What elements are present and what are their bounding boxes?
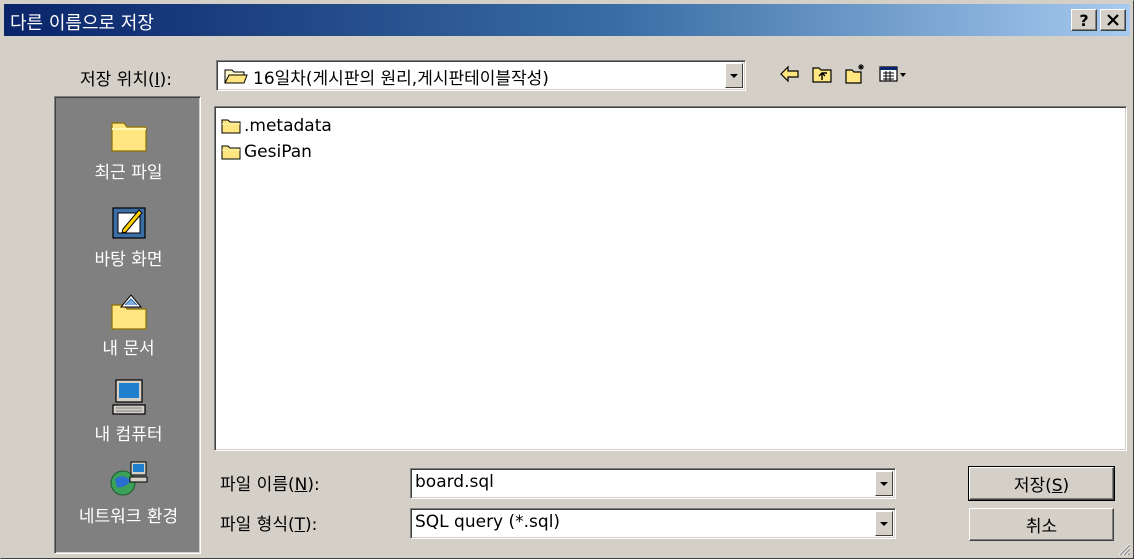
place-label: 내 컴퓨터 <box>94 425 163 445</box>
title-bar[interactable]: 다른 이름으로 저장 ? <box>4 4 1130 36</box>
list-item[interactable]: GesiPan <box>221 141 312 163</box>
filename-dropdown-button[interactable] <box>875 471 893 496</box>
save-button[interactable]: 저장(S) <box>968 466 1115 501</box>
place-label: 바탕 화면 <box>94 250 163 270</box>
place-label: 내 문서 <box>102 339 155 359</box>
filetype-value: SQL query (*.sql) <box>415 512 561 532</box>
filetype-dropdown-button[interactable] <box>875 511 893 536</box>
file-list[interactable]: .metadata GesiPan <box>214 106 1127 451</box>
place-my-documents[interactable]: 내 문서 <box>55 287 202 369</box>
folder-icon <box>221 145 241 160</box>
place-network[interactable]: 네트워크 환경 <box>55 455 202 537</box>
my-documents-icon <box>110 294 147 330</box>
location-dropdown-button[interactable] <box>725 63 743 88</box>
current-folder: 16일차(게시판의 원리,게시판테이블작성) <box>253 69 549 89</box>
location-combo[interactable]: 16일차(게시판의 원리,게시판테이블작성) <box>216 60 746 91</box>
place-my-computer[interactable]: 내 컴퓨터 <box>55 373 202 455</box>
filename-field[interactable]: board.sql <box>410 468 896 499</box>
network-icon <box>110 461 147 496</box>
place-desktop[interactable]: 바탕 화면 <box>55 198 202 280</box>
cancel-button-label: 취소 <box>1025 517 1058 537</box>
save-button-label: 저장(S) <box>1013 476 1070 496</box>
close-button[interactable] <box>1100 9 1126 31</box>
filename-value: board.sql <box>415 472 494 492</box>
places-bar: 최근 파일 바탕 화면 내 문서 내 컴퓨터 네트워크 환경 <box>54 96 201 554</box>
new-folder-icon[interactable] <box>844 63 866 85</box>
open-folder-icon <box>224 69 248 84</box>
back-arrow-icon[interactable] <box>779 63 801 85</box>
save-as-dialog: 다른 이름으로 저장 ? 저장 위치(I): 16일차(게시판의 원리,게시판테… <box>0 0 1134 559</box>
filename-label: 파일 이름(N): <box>220 475 320 495</box>
my-computer-icon <box>111 379 146 415</box>
recent-files-icon <box>110 122 147 152</box>
list-item[interactable]: .metadata <box>221 115 332 137</box>
place-recent-files[interactable]: 최근 파일 <box>55 111 202 193</box>
location-label: 저장 위치(I): <box>80 70 172 90</box>
close-icon <box>1107 14 1119 26</box>
chevron-down-icon <box>880 521 888 526</box>
filetype-label: 파일 형식(T): <box>220 515 318 535</box>
filetype-select[interactable]: SQL query (*.sql) <box>410 508 896 539</box>
view-menu-icon[interactable] <box>878 63 908 85</box>
place-label: 최근 파일 <box>94 163 163 183</box>
up-folder-icon[interactable] <box>811 63 833 85</box>
folder-icon <box>221 119 241 134</box>
resize-grip-icon[interactable] <box>1117 542 1131 556</box>
place-label: 네트워크 환경 <box>78 507 179 527</box>
file-name: GesiPan <box>244 142 312 162</box>
help-button[interactable]: ? <box>1071 9 1097 31</box>
chevron-down-icon <box>730 73 738 78</box>
window-title: 다른 이름으로 저장 <box>10 13 154 34</box>
help-icon: ? <box>1079 10 1089 30</box>
chevron-down-icon <box>880 481 888 486</box>
desktop-icon <box>111 207 146 239</box>
file-name: .metadata <box>244 116 332 136</box>
cancel-button[interactable]: 취소 <box>969 508 1114 541</box>
